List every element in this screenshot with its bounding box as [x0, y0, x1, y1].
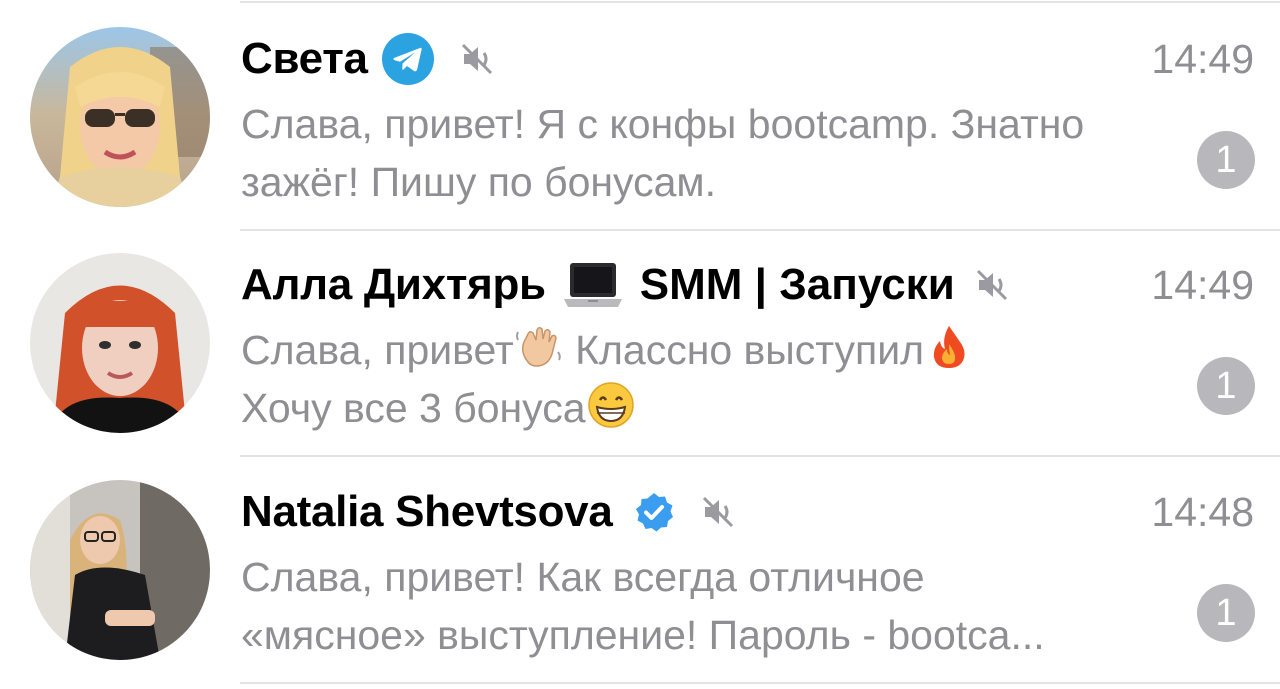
chat-title: Алла Дихтярь SMM | Запуски: [241, 255, 1011, 315]
chat-name-suffix: SMM | Запуски: [639, 260, 955, 309]
chat-row-sveta[interactable]: Света 14:49 Слава, привет! Я с конфы boo…: [0, 3, 1280, 231]
chat-name: Алла Дихтярь: [241, 260, 546, 309]
avatar-natalia-image: [30, 480, 210, 660]
row-separator: [240, 682, 1280, 684]
muted-icon: [699, 493, 737, 531]
unread-count-badge: 1: [1197, 584, 1255, 642]
grinning-face-emoji: [586, 380, 636, 430]
chat-name: Natalia Shevtsova: [241, 487, 613, 536]
message-time: 14:48: [1151, 489, 1254, 535]
preview-line: Слава, привет Классно выступил: [241, 321, 1201, 379]
preview-text: Классно выступил: [563, 327, 925, 373]
laptop-emoji: [562, 257, 624, 313]
preview-text: Слава, привет: [241, 327, 514, 373]
preview-line: Слава, привет! Как всегда отличное: [241, 554, 925, 600]
chat-row-alla[interactable]: Алла Дихтярь SMM | Запуски 14:49 Слава, …: [0, 229, 1280, 457]
message-preview: Слава, привет! Я с конфы bootcamp. Знатн…: [241, 95, 1201, 211]
preview-line: Хочу все 3 бонуса: [241, 379, 1201, 437]
avatar[interactable]: [30, 480, 210, 660]
avatar-alla-image: [30, 253, 210, 433]
chat-name: Света: [241, 34, 368, 83]
chat-title: Natalia Shevtsova: [241, 482, 737, 542]
message-preview: Слава, привет Классно выступил Хочу все …: [241, 321, 1201, 437]
muted-icon: [458, 40, 496, 78]
unread-count-badge: 1: [1197, 357, 1255, 415]
avatar[interactable]: [30, 253, 210, 433]
fire-emoji: [924, 322, 974, 372]
preview-line: Слава, привет! Я с конфы bootcamp. Знатн…: [241, 101, 1085, 147]
telegram-icon: [381, 33, 434, 85]
preview-line: зажёг! Пишу по бонусам.: [241, 159, 716, 205]
waving-hand-emoji: [514, 322, 564, 372]
chat-row-natalia[interactable]: Natalia Shevtsova 14:48 Слава, привет! К…: [0, 456, 1280, 684]
avatar-sveta-image: [30, 27, 210, 207]
muted-icon: [973, 266, 1011, 304]
chat-list: Света 14:49 Слава, привет! Я с конфы boo…: [0, 0, 1280, 689]
preview-line: «мясное» выступление! Пароль - bootca...: [241, 612, 1045, 658]
chat-title: Света: [241, 29, 496, 89]
preview-text: Хочу все 3 бонуса: [241, 385, 586, 431]
avatar[interactable]: [30, 27, 210, 207]
message-time: 14:49: [1151, 262, 1254, 308]
verified-icon: [633, 491, 675, 533]
unread-count-badge: 1: [1197, 131, 1255, 189]
message-preview: Слава, привет! Как всегда отличное «мясн…: [241, 548, 1201, 664]
message-time: 14:49: [1151, 36, 1254, 82]
